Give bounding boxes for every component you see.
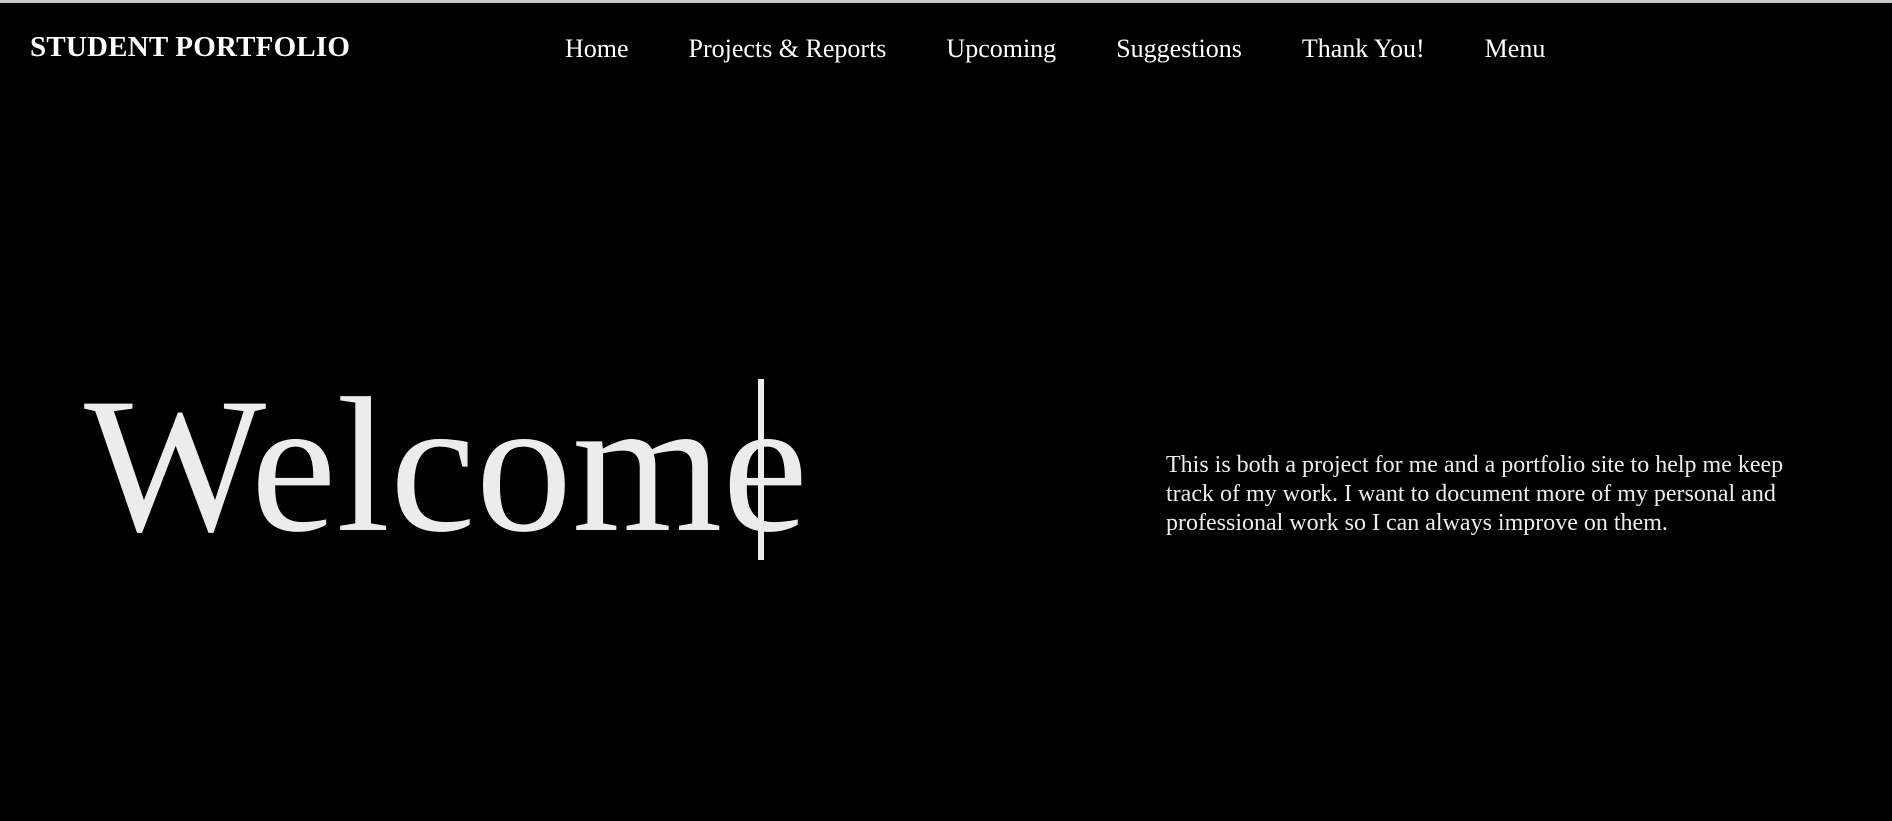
nav-item-projects-reports[interactable]: Projects & Reports xyxy=(689,31,887,67)
nav-item-thank-you[interactable]: Thank You! xyxy=(1302,31,1425,67)
nav-item-home[interactable]: Home xyxy=(565,31,629,67)
site-brand-link[interactable]: STUDENT PORTFOLIO xyxy=(30,30,350,64)
top-border xyxy=(0,0,1892,3)
hero-title: Welcome xyxy=(84,358,808,572)
nav-item-menu[interactable]: Menu xyxy=(1485,31,1546,67)
main-nav: Home Projects & Reports Upcoming Suggest… xyxy=(565,31,1545,67)
nav-item-suggestions[interactable]: Suggestions xyxy=(1116,31,1242,67)
hero-intro-text: This is both a project for me and a port… xyxy=(1166,452,1784,536)
typing-cursor xyxy=(758,379,764,560)
nav-item-upcoming[interactable]: Upcoming xyxy=(946,31,1056,67)
